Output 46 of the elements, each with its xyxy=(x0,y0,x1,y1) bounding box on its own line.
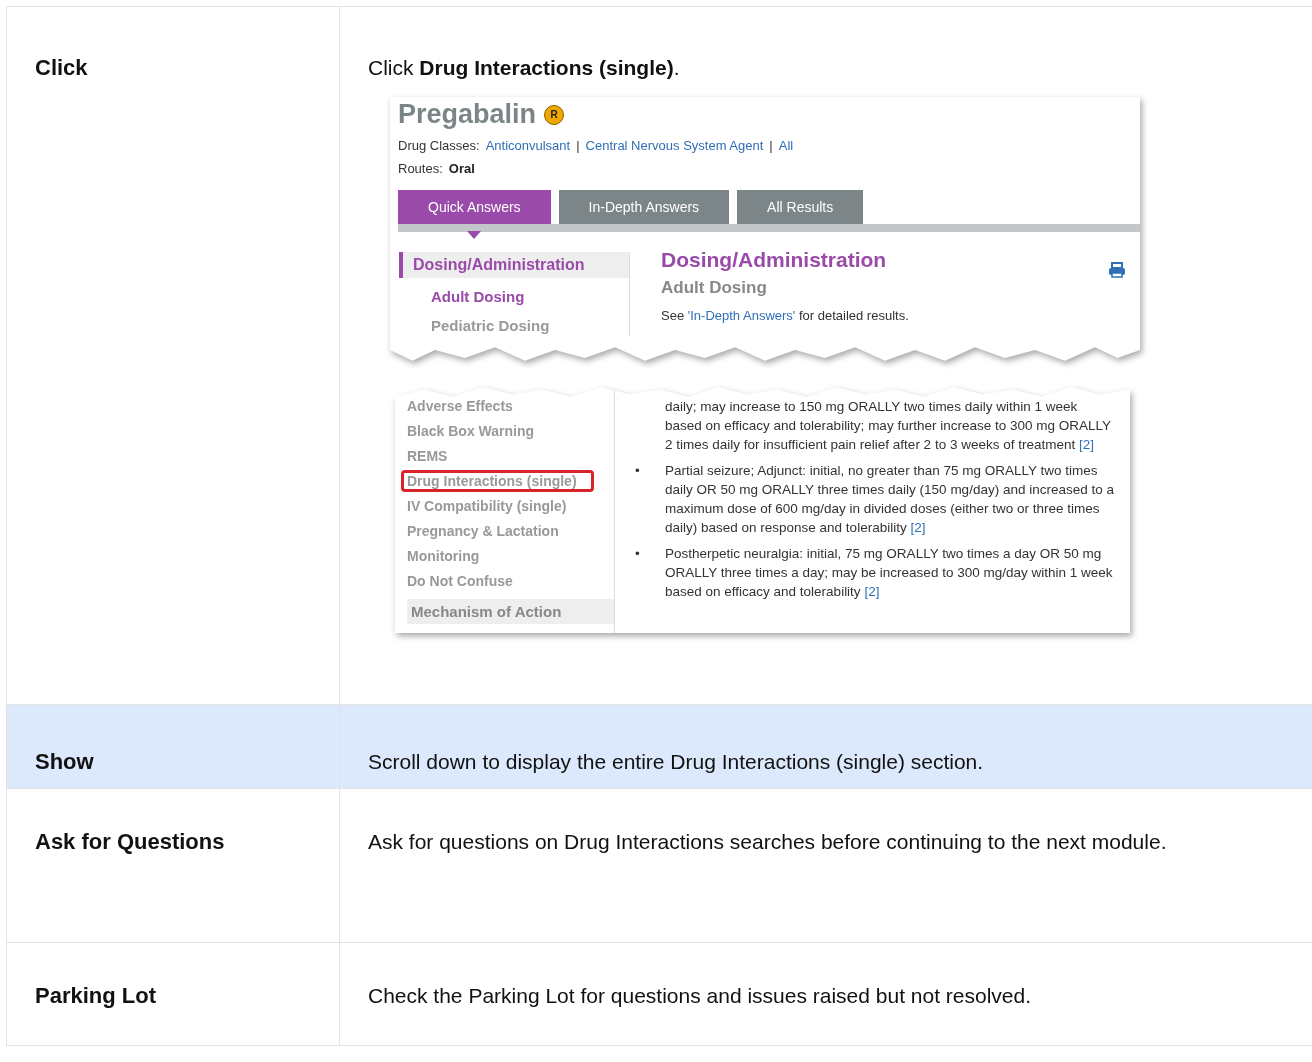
note-text: See 'In-Depth Answers' for detailed results. xyxy=(661,308,910,323)
step-label: Ask for Questions xyxy=(35,828,226,856)
step-instruction: Check the Parking Lot for questions and issues raised but not resolved. xyxy=(368,983,1033,1009)
route-value: Oral xyxy=(448,161,475,176)
sidebar-item[interactable]: REMS xyxy=(401,445,465,467)
dosing-text: daily; may increase to 150 mg ORALLY two times daily within 1 week based on efficacy and tolerability; may further increase to 300 mg ORALLY 2 times daily for insufficient pain relief after 2 to 3 weeks of treatment [2] xyxy=(665,398,1112,454)
step-label: Parking Lot xyxy=(35,982,157,1010)
step-label: Click xyxy=(35,54,89,82)
sidebar-item[interactable]: Pediatric Dosing xyxy=(399,315,629,336)
step-instruction: Scroll down to display the entire Drug Interactions (single) section. xyxy=(368,749,985,775)
reference-link[interactable]: [2] xyxy=(864,584,880,599)
tab[interactable]: In-Depth Answers xyxy=(558,190,730,224)
dosing-text: Postherpetic neuralgia: initial, 75 mg ORALLY two times a day OR 50 mg ORALLY three times a day; may be increased to 300 mg/day within 1 week based on efficacy and tolerability [2] xyxy=(665,545,1114,601)
bullet: • xyxy=(635,545,641,563)
sidebar-item[interactable]: Pregnancy & Lactation xyxy=(401,520,576,542)
step-label: Show xyxy=(35,748,95,776)
bullet: • xyxy=(635,462,641,480)
sidebar-item[interactable]: Black Box Warning xyxy=(401,420,552,442)
sidebar-section[interactable]: Mechanism of Action xyxy=(407,599,614,624)
drug-class-link[interactable]: All xyxy=(778,138,794,153)
sidebar-item[interactable]: Do Not Confuse xyxy=(401,570,530,592)
drug-class-link[interactable]: Central Nervous System Agent xyxy=(585,138,764,153)
dosing-text: Partial seizure; Adjunct: initial, no greater than 75 mg ORALLY two times daily OR 50 mg ORALLY three times daily (150 mg/day) and increased to a maximum dose of 600 mg/day in divided doses (either two or three times daily) based on response and tolerability [2] xyxy=(665,462,1115,537)
reference-link[interactable]: [2] xyxy=(1078,437,1094,452)
drug-class-link[interactable]: Anticonvulsant xyxy=(485,138,571,153)
reference-link[interactable]: [2] xyxy=(910,520,926,535)
separator: | xyxy=(576,138,580,153)
step-instruction: Ask for questions on Drug Interactions searches before continuing to the next module. xyxy=(368,829,1168,855)
section-subheading: Adult Dosing xyxy=(661,278,768,298)
sidebar-item[interactable]: Adult Dosing xyxy=(399,286,629,307)
in-depth-link[interactable]: 'In-Depth Answers' xyxy=(687,308,796,323)
sidebar-item[interactable]: Monitoring xyxy=(401,545,497,567)
sidebar-item[interactable]: Dosing/Administration xyxy=(399,252,629,278)
drug-badge: R xyxy=(544,104,565,125)
sidebar-item[interactable]: IV Compatibility (single) xyxy=(401,495,584,517)
classes-label: Drug Classes: xyxy=(398,138,480,153)
sidebar-item[interactable]: Adverse Effects xyxy=(401,395,530,417)
separator: | xyxy=(769,138,773,153)
routes-label: Routes: xyxy=(398,161,443,176)
tab[interactable]: All Results xyxy=(737,190,864,224)
step-instruction: Click Drug Interactions (single). xyxy=(368,55,681,81)
tab-pointer-icon xyxy=(467,231,482,239)
section-heading: Dosing/Administration xyxy=(661,248,887,272)
drug-name: Pregabalin xyxy=(398,99,537,130)
print-icon[interactable] xyxy=(1108,262,1126,278)
sidebar-item[interactable]: Drug Interactions (single) xyxy=(401,470,594,492)
